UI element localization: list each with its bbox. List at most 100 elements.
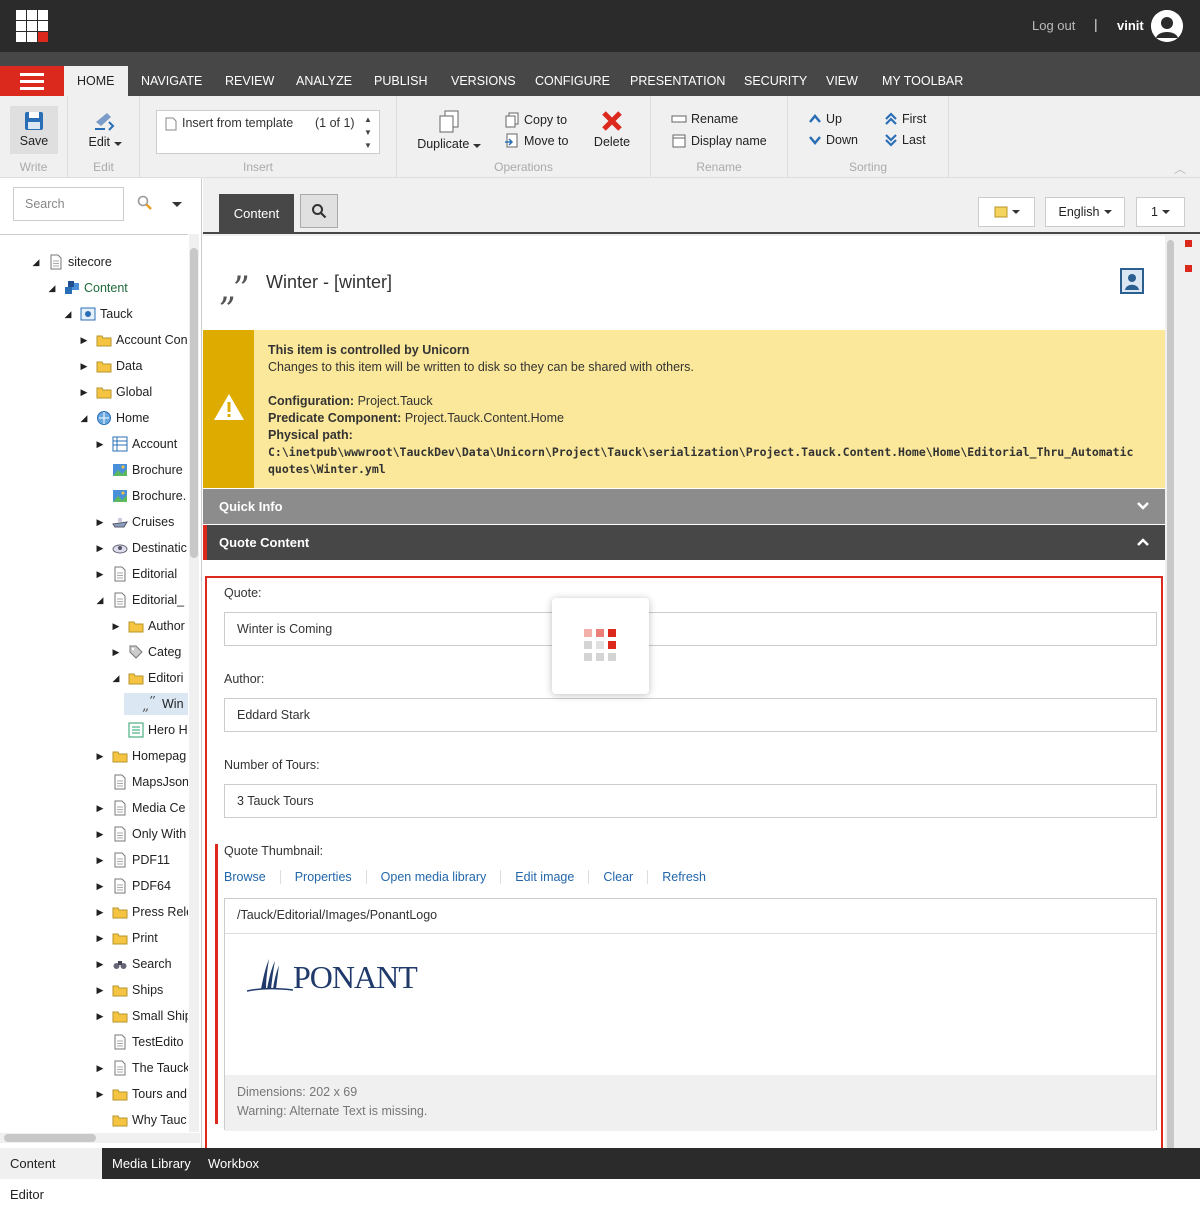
expand-toggle-icon[interactable]: ▶: [94, 751, 106, 762]
tree-node[interactable]: ▶ Editorial: [94, 563, 177, 585]
first-button[interactable]: First: [884, 112, 926, 126]
rename-button[interactable]: Rename: [671, 112, 738, 126]
gallery-scroll-icon[interactable]: ▲ ▼ ▼: [364, 113, 372, 152]
collapse-toggle-icon[interactable]: ◢: [94, 595, 106, 606]
tree-node[interactable]: Brochure: [94, 459, 183, 481]
insert-gallery[interactable]: Insert from template (1 of 1) ▲ ▼ ▼: [156, 110, 380, 154]
tab-security[interactable]: SECURITY: [731, 66, 820, 96]
tree-node[interactable]: ▶ Account Con: [78, 329, 188, 351]
tree-node[interactable]: ▶ Print: [94, 927, 158, 949]
expand-toggle-icon[interactable]: ▶: [94, 1011, 106, 1022]
tab-content[interactable]: Content: [219, 194, 294, 234]
validator-marker-2[interactable]: [1185, 265, 1192, 272]
username[interactable]: vinit: [1117, 18, 1144, 33]
tree-node[interactable]: ◢ Content: [46, 277, 128, 299]
collapse-toggle-icon[interactable]: ◢: [78, 413, 90, 424]
search-options-dropdown[interactable]: [172, 202, 182, 207]
display-name-button[interactable]: Display name: [671, 133, 767, 149]
duplicate-button[interactable]: Duplicate: [415, 110, 483, 151]
tree-node[interactable]: ▶ Data: [78, 355, 143, 377]
edit-image-link[interactable]: Edit image: [515, 870, 590, 884]
tree-node[interactable]: ◢ Editori: [110, 667, 184, 689]
last-button[interactable]: Last: [884, 133, 926, 147]
tree-node[interactable]: ▶ Tours and: [94, 1083, 187, 1105]
tree-node[interactable]: ▶ PDF64: [94, 875, 171, 897]
browse-link[interactable]: Browse: [224, 870, 281, 884]
tab-presentation[interactable]: PRESENTATION: [617, 66, 738, 96]
collapse-toggle-icon[interactable]: ◢: [46, 283, 58, 294]
refresh-link[interactable]: Refresh: [662, 870, 720, 884]
tab-analyze[interactable]: ANALYZE: [283, 66, 365, 96]
author-field[interactable]: Eddard Stark: [224, 698, 1157, 732]
tree-node[interactable]: ▶ Cruises: [94, 511, 175, 533]
tree-node[interactable]: ▶ Destinatic: [94, 537, 187, 559]
collapse-toggle-icon[interactable]: ◢: [30, 257, 42, 268]
expand-toggle-icon[interactable]: ▶: [94, 907, 106, 918]
tree-node[interactable]: ▶ Homepag: [94, 745, 187, 767]
language-dropdown[interactable]: English: [1045, 197, 1125, 227]
expand-toggle-icon[interactable]: ▶: [94, 1089, 106, 1100]
tree-node[interactable]: ▶ Account: [94, 433, 177, 455]
tree-node[interactable]: ▶ Search: [94, 953, 172, 975]
expand-toggle-icon[interactable]: ▶: [94, 543, 106, 554]
tree-node[interactable]: ▶ Ships: [94, 979, 164, 1001]
expand-toggle-icon[interactable]: ▶: [110, 621, 122, 632]
tree-horizontal-scrollbar[interactable]: [0, 1133, 200, 1143]
gutter-menu-button[interactable]: [978, 197, 1035, 227]
tab-workbox[interactable]: Workbox: [198, 1148, 269, 1179]
tree-node[interactable]: ◢ sitecore: [30, 251, 112, 273]
tree-node[interactable]: ▶ Media Ce: [94, 797, 186, 819]
logout-link[interactable]: Log out: [1032, 18, 1075, 33]
expand-toggle-icon[interactable]: ▶: [94, 1063, 106, 1074]
collapse-toggle-icon[interactable]: ◢: [110, 673, 122, 684]
tree-node[interactable]: ▶ Categ: [110, 641, 182, 663]
section-quote-content[interactable]: Quote Content: [203, 525, 1165, 560]
delete-button[interactable]: Delete: [589, 110, 635, 149]
expand-toggle-icon[interactable]: ▶: [94, 517, 106, 528]
version-dropdown[interactable]: 1: [1136, 197, 1185, 227]
tab-navigate[interactable]: NAVIGATE: [128, 66, 215, 96]
tree-node[interactable]: TestEdito: [94, 1031, 183, 1053]
tree-node[interactable]: ▶ Author: [110, 615, 185, 637]
menu-icon[interactable]: [0, 66, 64, 96]
move-to-button[interactable]: Move to: [504, 133, 568, 149]
section-quick-info[interactable]: Quick Info: [203, 489, 1165, 524]
tree-node[interactable]: „” Win: [124, 693, 188, 715]
validator-marker-1[interactable]: [1185, 240, 1192, 247]
tree-node[interactable]: ▶ Only With: [94, 823, 186, 845]
expand-toggle-icon[interactable]: ▶: [94, 881, 106, 892]
expand-toggle-icon[interactable]: ▶: [94, 439, 106, 450]
expand-toggle-icon[interactable]: ▶: [94, 959, 106, 970]
sitecore-logo-icon[interactable]: [16, 10, 48, 42]
expand-toggle-icon[interactable]: ▶: [94, 933, 106, 944]
tab-configure[interactable]: CONFIGURE: [522, 66, 623, 96]
tab-view[interactable]: VIEW: [813, 66, 871, 96]
number-of-tours-field[interactable]: 3 Tauck Tours: [224, 784, 1157, 818]
properties-link[interactable]: Properties: [295, 870, 367, 884]
tree-node[interactable]: ◢ Tauck: [62, 303, 133, 325]
tree-node[interactable]: ▶ Global: [78, 381, 153, 403]
search-icon[interactable]: [137, 195, 153, 211]
quote-field[interactable]: Winter is Coming: [224, 612, 1157, 646]
tab-media-library[interactable]: Media Library: [102, 1148, 201, 1179]
tree-node[interactable]: ◢ Editorial_: [94, 589, 184, 611]
tree-node[interactable]: ▶ Small Ship: [94, 1005, 188, 1027]
tree-node[interactable]: ▶ Press Rele: [94, 901, 188, 923]
tab-my-toolbar[interactable]: MY TOOLBAR: [869, 66, 976, 96]
edit-button[interactable]: Edit: [86, 110, 124, 149]
expand-toggle-icon[interactable]: ▶: [78, 361, 90, 372]
search-input[interactable]: Search: [13, 187, 124, 221]
tree-node[interactable]: ▶ The Tauck: [94, 1057, 188, 1079]
tree-node[interactable]: Hero H: [110, 719, 188, 741]
tab-search[interactable]: [300, 194, 338, 228]
tree-vertical-scrollbar[interactable]: [189, 234, 199, 1132]
tab-publish[interactable]: PUBLISH: [361, 66, 441, 96]
avatar[interactable]: [1151, 10, 1183, 42]
expand-toggle-icon[interactable]: ▶: [94, 803, 106, 814]
tree-node[interactable]: ▶ PDF11: [94, 849, 170, 871]
tab-versions[interactable]: VERSIONS: [438, 66, 529, 96]
tab-content-editor[interactable]: Content Editor: [0, 1148, 102, 1202]
tree-node[interactable]: Why Tauc: [94, 1109, 187, 1131]
tab-home[interactable]: HOME: [64, 66, 128, 96]
tree-node[interactable]: Brochure.: [94, 485, 186, 507]
